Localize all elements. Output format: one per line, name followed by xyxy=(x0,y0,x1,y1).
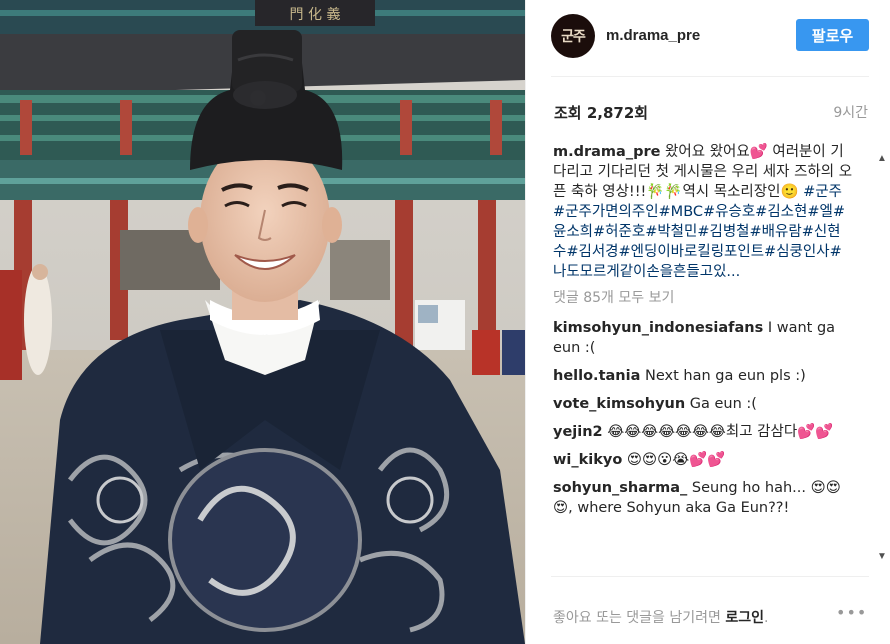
comment-username[interactable]: sohyun_sharma_ xyxy=(553,480,687,496)
header-divider xyxy=(551,76,869,77)
view-count: 조회 2,872회 xyxy=(554,104,649,122)
scroll-down-arrow-icon[interactable]: ▼ xyxy=(877,552,887,562)
comment-item: yejin2 😂😂😂😂😂😂😂최고 감삼다💕💕 xyxy=(553,422,853,442)
post-viewer: 門 化 義 군주 m.drama_pre 팔로우 조회 2,872회 9시간 m… xyxy=(0,0,890,644)
caption: m.drama_pre 왔어요 왔어요💕 여러분이 기다리고 기다리던 첫 게시… xyxy=(553,142,853,282)
comment-text: 😂😂😂😂😂😂😂최고 감삼다💕💕 xyxy=(607,424,834,440)
login-prompt: 좋아요 또는 댓글을 남기려면 로그인. xyxy=(553,607,768,627)
view-all-comments-link[interactable]: 댓글 85개 모두 보기 xyxy=(553,288,853,308)
comment-item: kimsohyun_indonesiafans I want ga eun :( xyxy=(553,318,853,358)
comment-item: sohyun_sharma_ Seung ho hah... 😍😍😍, wher… xyxy=(553,478,853,518)
more-options-icon[interactable]: ••• xyxy=(836,603,866,623)
comment-text: Next han ga eun pls :) xyxy=(644,368,806,384)
caption-username[interactable]: m.drama_pre xyxy=(553,144,660,160)
footer-divider xyxy=(551,576,869,577)
comment-text: Ga eun :( xyxy=(689,396,757,412)
login-prompt-text: 좋아요 또는 댓글을 남기려면 xyxy=(553,610,726,626)
avatar-logo-text: 군주 xyxy=(561,29,586,45)
scroll-up-arrow-icon[interactable]: ▲ xyxy=(877,154,887,164)
post-header: 군주 m.drama_pre 팔로우 xyxy=(526,0,890,76)
comment-username[interactable]: vote_kimsohyun xyxy=(553,396,685,412)
post-video[interactable]: 門 化 義 xyxy=(0,0,525,644)
login-prompt-period: . xyxy=(764,610,769,626)
palace-sign-text: 門 化 義 xyxy=(290,6,341,23)
post-info-panel: 군주 m.drama_pre 팔로우 조회 2,872회 9시간 m.drama… xyxy=(525,0,890,644)
comment-username[interactable]: yejin2 xyxy=(553,424,603,440)
comment-item: hello.tania Next han ga eun pls :) xyxy=(553,366,853,386)
login-link[interactable]: 로그인 xyxy=(725,610,764,626)
comments-scrollbar[interactable]: ▲ ▼ xyxy=(874,150,889,566)
avatar[interactable]: 군주 xyxy=(551,14,595,58)
comments-list[interactable]: m.drama_pre 왔어요 왔어요💕 여러분이 기다리고 기다리던 첫 게시… xyxy=(553,142,853,576)
comment-text: 😍😍😮😭💕💕 xyxy=(626,452,726,468)
comment-username[interactable]: kimsohyun_indonesiafans xyxy=(553,320,763,336)
comment-item: vote_kimsohyun Ga eun :( xyxy=(553,394,853,414)
follow-button[interactable]: 팔로우 xyxy=(796,19,869,51)
comment-username[interactable]: wi_kikyo xyxy=(553,452,622,468)
comment-item: wi_kikyo 😍😍😮😭💕💕 xyxy=(553,450,853,470)
header-username[interactable]: m.drama_pre xyxy=(606,27,700,44)
comment-username[interactable]: hello.tania xyxy=(553,368,640,384)
video-frame: 門 化 義 xyxy=(0,0,525,644)
post-time[interactable]: 9시간 xyxy=(833,102,868,122)
